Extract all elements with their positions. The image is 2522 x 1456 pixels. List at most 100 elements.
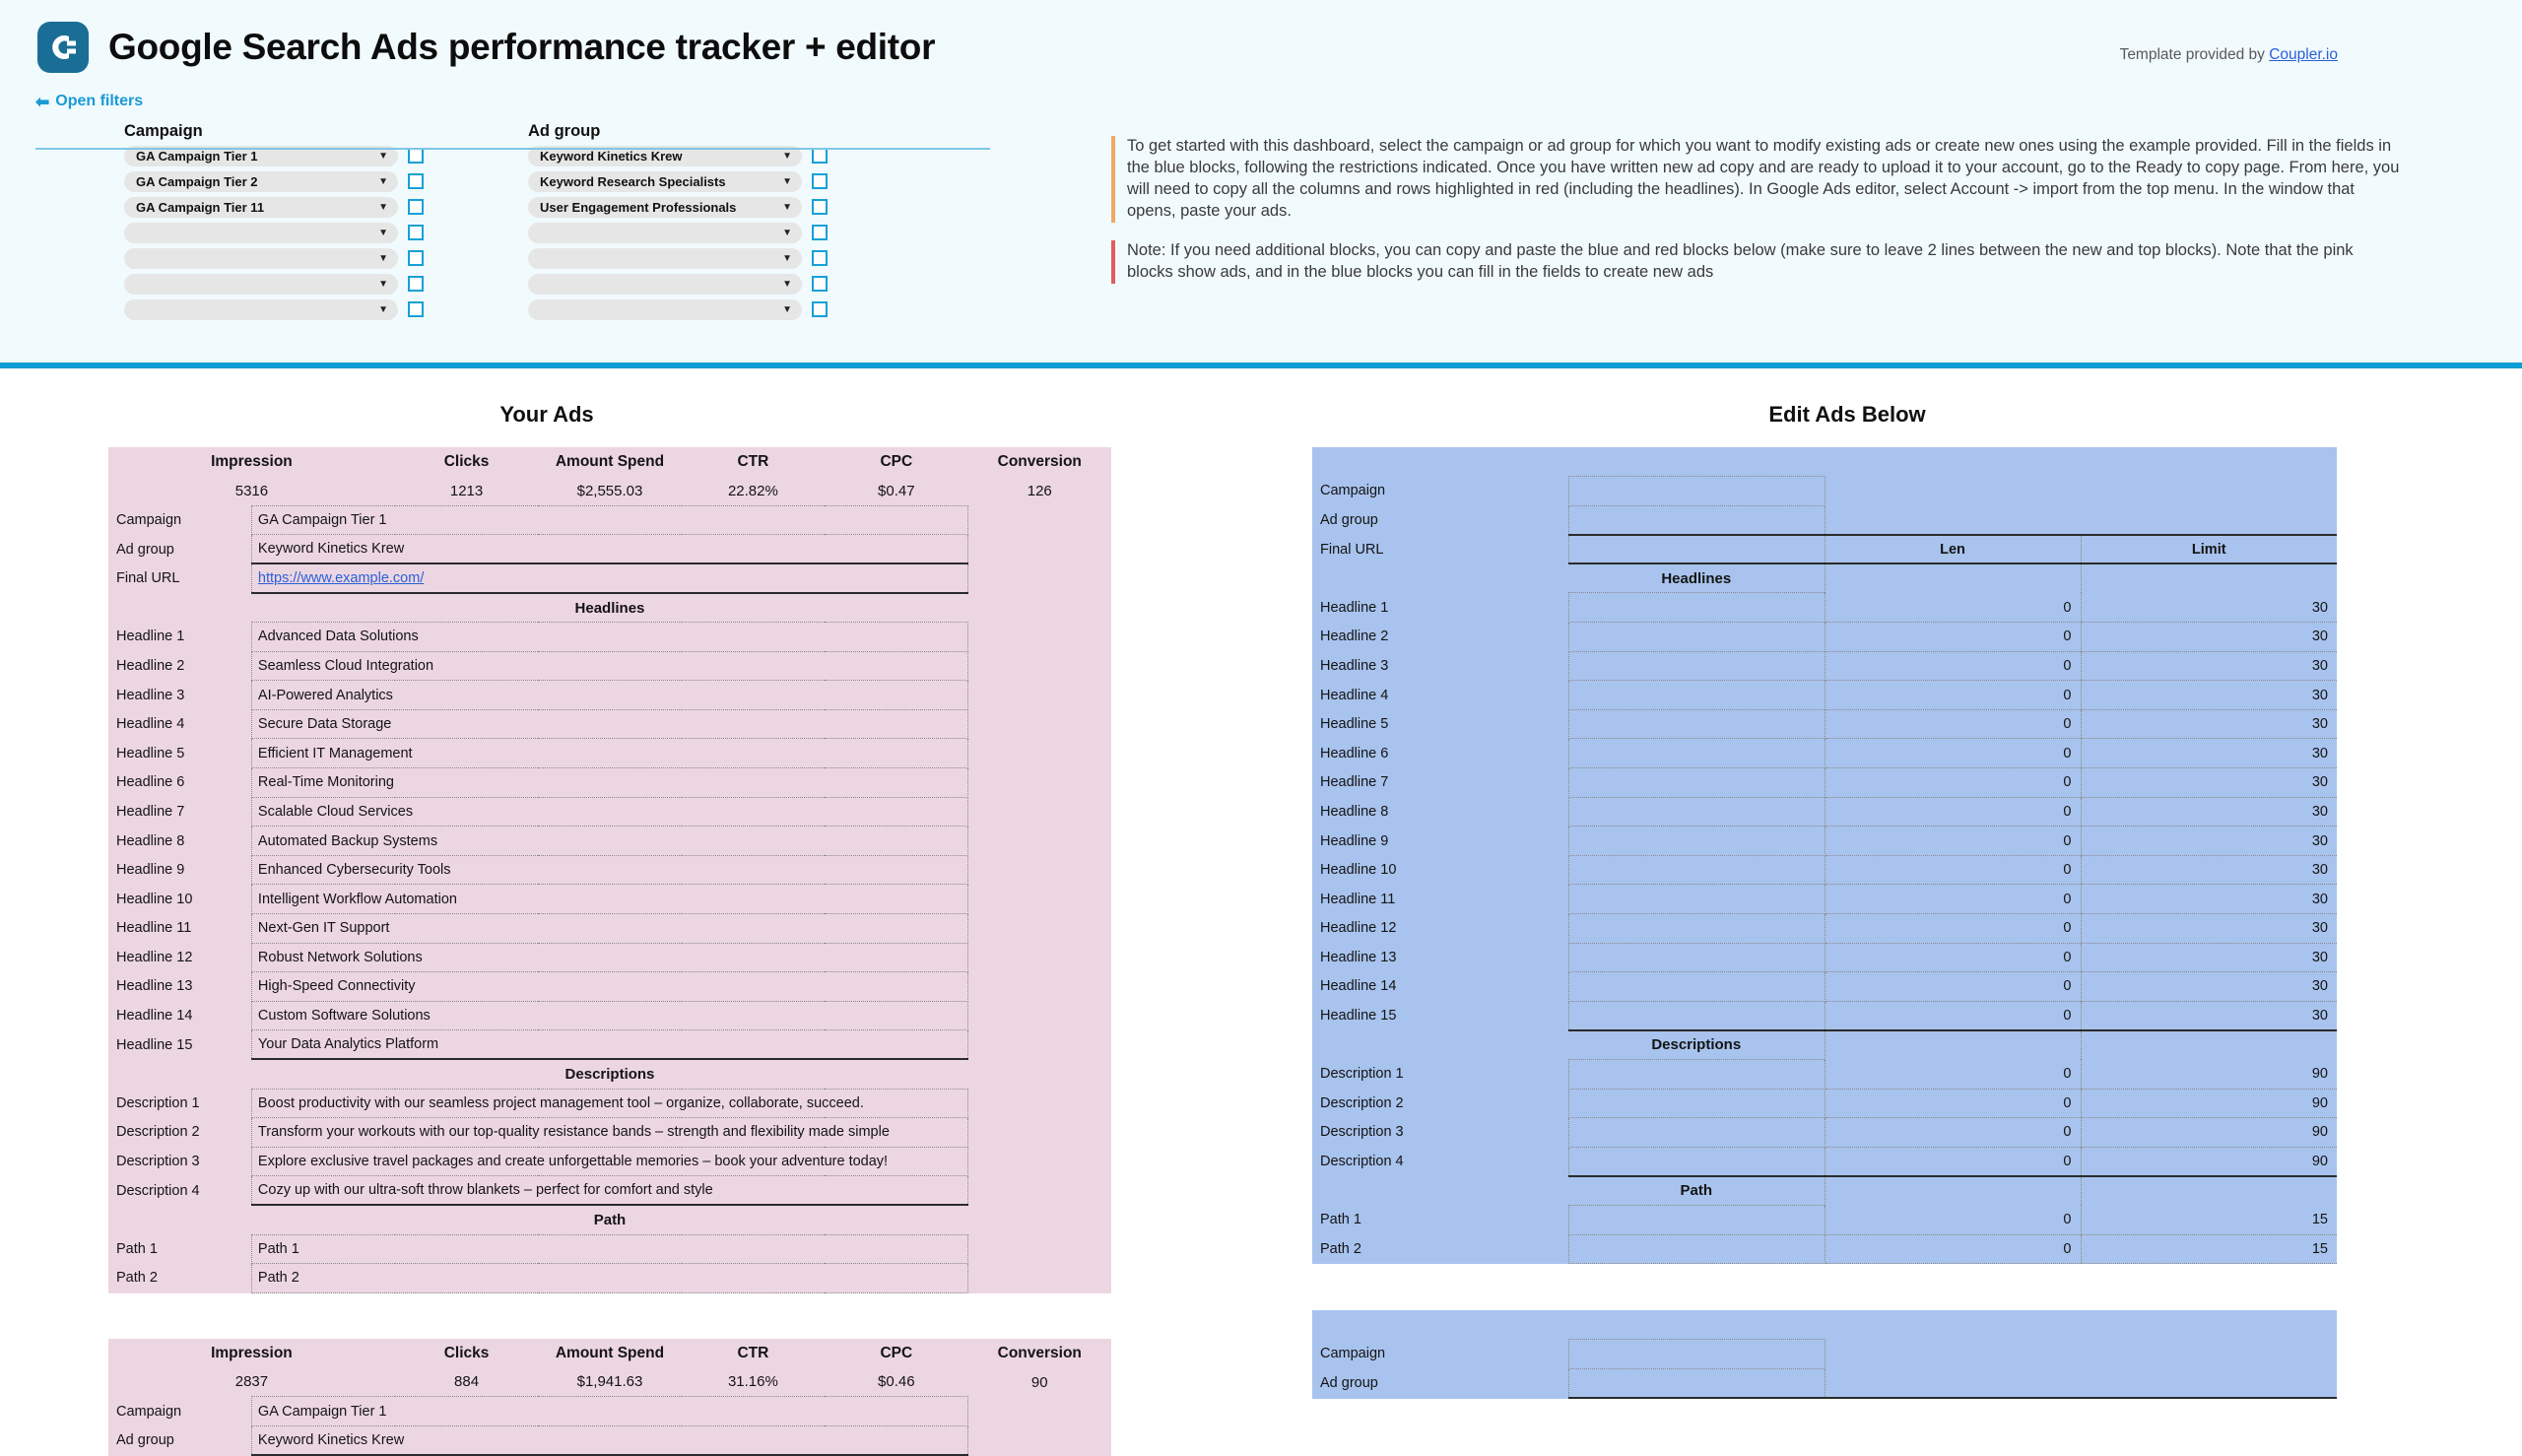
edit-headline-row: Headline 8 0 30 <box>1312 796 2337 827</box>
headline-value-2: Seamless Cloud Integration <box>250 650 969 682</box>
adgroup-checkbox-1[interactable] <box>812 148 828 164</box>
edit-path-input-2[interactable] <box>1567 1233 1825 1265</box>
edit-headline-input-4[interactable] <box>1567 680 1825 710</box>
edit-headlines-limit-blank <box>2080 563 2337 593</box>
edit-headline-input-13[interactable] <box>1567 942 1825 973</box>
edit-headlines-spacer <box>1312 563 1568 593</box>
metric-header-1: Clicks <box>443 452 490 470</box>
template-credit-text: Template provided by <box>2119 46 2270 63</box>
campaign-select-5[interactable]: ▼ <box>124 247 398 269</box>
edit-headline-input-1[interactable] <box>1567 592 1825 624</box>
edit-campaign-input[interactable] <box>1567 476 1825 506</box>
open-filters-button[interactable]: ⬅ Open filters <box>35 93 143 110</box>
edit-headline-label-11: Headline 11 <box>1320 891 1396 907</box>
campaign-select-2[interactable]: GA Campaign Tier 2 ▼ <box>124 170 398 192</box>
edit-path-spacer <box>1312 1176 1568 1206</box>
edit-headline-input-7[interactable] <box>1567 767 1825 798</box>
edit-path-limit-2: 15 <box>2080 1234 2337 1265</box>
edit-headline-limit-3: 30 <box>2080 651 2337 682</box>
edit-headline-limit-11: 30 <box>2080 884 2337 914</box>
edit-headlines-len-blank <box>1824 563 2081 593</box>
campaign-filter-row: GA Campaign Tier 11 ▼ <box>35 196 424 219</box>
headline-value-3: AI-Powered Analytics <box>250 680 969 710</box>
descriptions-section-row: Descriptions <box>108 1059 1111 1089</box>
campaign-checkbox-6[interactable] <box>408 276 424 292</box>
campaign-checkbox-5[interactable] <box>408 250 424 266</box>
edit-adgroup-limit <box>2081 1368 2337 1399</box>
instruction-note: To get started with this dashboard, sele… <box>1111 136 2404 223</box>
coupler-link[interactable]: Coupler.io <box>2269 46 2338 63</box>
edit-headline-input-12[interactable] <box>1567 913 1825 944</box>
campaign-filter-row: ▼ <box>35 273 424 296</box>
adgroup-checkbox-2[interactable] <box>812 173 828 189</box>
headline-row: Headline 13 High-Speed Connectivity <box>108 971 1111 1002</box>
campaign-checkbox-2[interactable] <box>408 173 424 189</box>
adgroup-select-4[interactable]: ▼ <box>528 222 802 243</box>
edit-campaign-row: Campaign <box>1312 476 2337 506</box>
description-row: Description 4 Cozy up with our ultra-soft… <box>108 1175 1111 1207</box>
campaign-checkbox-4[interactable] <box>408 225 424 240</box>
adgroup-filter-row: ▼ <box>528 222 858 244</box>
campaign-checkbox-7[interactable] <box>408 301 424 317</box>
adgroup-select-7[interactable]: ▼ <box>528 298 802 320</box>
edit-headline-label-7: Headline 7 <box>1320 774 1389 791</box>
edit-description-input-3[interactable] <box>1567 1117 1825 1148</box>
your-ads-table: Impression Clicks Amount Spend CTR CPC Conver… <box>108 1338 1111 1456</box>
edit-path-input-1[interactable] <box>1567 1204 1825 1235</box>
campaign-select-6[interactable]: ▼ <box>124 273 398 295</box>
campaign-checkbox-3[interactable] <box>408 199 424 215</box>
campaign-select-4[interactable]: ▼ <box>124 222 398 243</box>
adgroup-checkbox-7[interactable] <box>812 301 828 317</box>
edit-headline-input-10[interactable] <box>1567 854 1825 886</box>
edit-headline-input-8[interactable] <box>1567 796 1825 827</box>
edit-headline-input-14[interactable] <box>1567 971 1825 1002</box>
headline-label-2: Headline 2 <box>116 657 185 674</box>
path-row: Path 2 Path 2 <box>108 1263 1111 1293</box>
edit-headline-len-2: 0 <box>1824 622 2081 652</box>
edit-headline-input-5[interactable] <box>1567 708 1825 740</box>
edit-adgroup-input[interactable] <box>1567 504 1825 536</box>
edit-campaign-input[interactable] <box>1567 1339 1825 1369</box>
edit-description-limit-3: 90 <box>2080 1117 2337 1148</box>
edit-headline-input-6[interactable] <box>1567 738 1825 769</box>
campaign-select-7[interactable]: ▼ <box>124 298 398 320</box>
edit-headline-input-2[interactable] <box>1567 622 1825 652</box>
campaign-checkbox-1[interactable] <box>408 148 424 164</box>
metric-value-1: 1213 <box>449 482 484 499</box>
description-value-1: Boost productivity with our seamless pro… <box>250 1088 969 1119</box>
edit-headline-input-11[interactable] <box>1567 884 1825 914</box>
edit-headline-input-9[interactable] <box>1567 826 1825 856</box>
adgroup-checkbox-3[interactable] <box>812 199 828 215</box>
headline-label-14: Headline 14 <box>116 1008 193 1025</box>
chevron-down-icon: ▼ <box>378 252 388 264</box>
edit-headline-limit-10: 30 <box>2080 855 2337 886</box>
adgroup-checkbox-4[interactable] <box>812 225 828 240</box>
final-url-link[interactable]: https://www.example.com/ <box>258 570 424 586</box>
edit-description-input-1[interactable] <box>1567 1058 1825 1090</box>
edit-headline-len-3: 0 <box>1824 651 2081 682</box>
campaign-select-3[interactable]: GA Campaign Tier 11 ▼ <box>124 196 398 218</box>
adgroup-checkbox-5[interactable] <box>812 250 828 266</box>
edit-adgroup-input[interactable] <box>1567 1367 1825 1399</box>
edit-path-label-2: Path 2 <box>1320 1240 1361 1257</box>
edit-headline-limit-14: 30 <box>2080 971 2337 1002</box>
edit-description-label-1: Description 1 <box>1320 1066 1404 1083</box>
adgroup-select-3[interactable]: User Engagement Professionals ▼ <box>528 196 802 218</box>
edit-headline-input-15[interactable] <box>1567 1000 1825 1031</box>
edit-headline-label-3: Headline 3 <box>1320 657 1389 674</box>
edit-path-row: Path 1 0 15 <box>1312 1204 2337 1235</box>
adgroup-select-5[interactable]: ▼ <box>528 247 802 269</box>
campaign-filter-row: ▼ <box>35 247 424 270</box>
adgroup-select-6[interactable]: ▼ <box>528 273 802 295</box>
adgroup-checkbox-6[interactable] <box>812 276 828 292</box>
headline-value-5: Efficient IT Management <box>250 738 969 769</box>
edit-headline-label-13: Headline 13 <box>1320 949 1397 965</box>
edit-description-input-2[interactable] <box>1567 1088 1825 1119</box>
edit-headline-input-3[interactable] <box>1567 650 1825 682</box>
headline-label-11: Headline 11 <box>116 920 192 937</box>
edit-description-input-4[interactable] <box>1567 1146 1825 1177</box>
adgroup-select-2[interactable]: Keyword Research Specialists ▼ <box>528 170 802 192</box>
headline-value-10: Intelligent Workflow Automation <box>250 884 969 914</box>
note-text: To get started with this dashboard, sele… <box>1127 137 2400 220</box>
edit-final-url-input[interactable] <box>1567 534 1825 565</box>
